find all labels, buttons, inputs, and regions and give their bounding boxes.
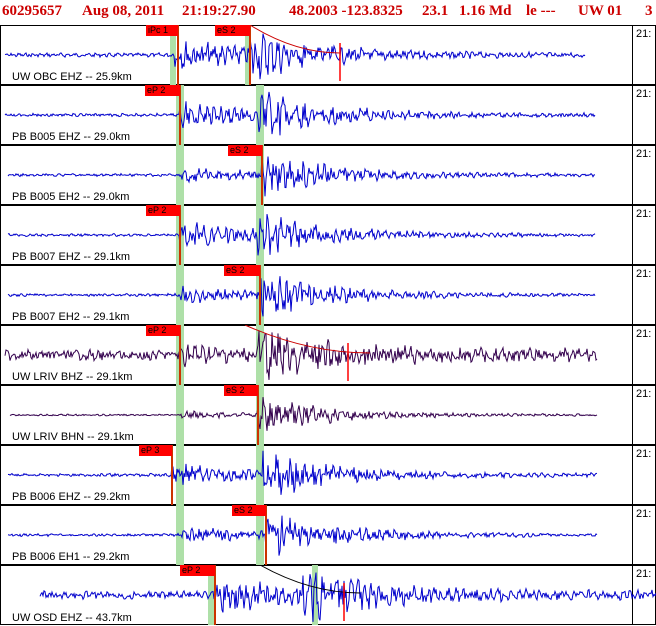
time-label: 21: [636,208,652,220]
event-date: Aug 08, 2011 [82,3,165,19]
waveform-trace [7,214,596,256]
time-label: 21: [636,568,652,580]
seismogram-panel[interactable]: eP 2 PB B005 EHZ -- 29.0km 21: [0,85,656,145]
station-label: PB B007 EHZ -- 29.1km [12,251,130,263]
station-label: PB B005 EHZ -- 29.0km [12,131,130,143]
event-type: le --- [526,3,556,19]
seismogram-panel[interactable]: eP 2 UW LRIV BHZ -- 29.1km 21: [0,325,656,385]
time-label: 21: [636,328,652,340]
event-id: 60295657 [2,3,62,19]
phase-pick-label[interactable]: eS 2 [232,505,266,516]
time-label: 21: [636,28,652,40]
time-label: 21: [636,148,652,160]
phase-pick-label[interactable]: eP 2 [146,205,180,216]
phase-pick-label[interactable]: iPc 1 [146,25,178,36]
waveform-trace [7,152,596,197]
phase-pick-label[interactable]: eS 2 [224,385,258,396]
seismogram-panel[interactable]: eS 2 PB B006 EH1 -- 29.2km 21: [0,505,656,565]
event-network: UW 01 [578,3,623,19]
waveform-trace [9,397,598,431]
time-label: 21: [636,268,652,280]
waveform-trace [4,91,596,136]
station-label: PB B005 EH2 -- 29.0km [12,191,130,203]
phase-pick-label[interactable]: eP 3 [139,445,172,456]
station-label: UW LRIV BHN -- 29.1km [12,431,134,443]
station-label: UW OSD EHZ -- 43.7km [12,612,132,624]
time-label: 21: [636,448,652,460]
seismogram-panels: iPc 1 eS 2 UW OBC EHZ -- 25.9km 21: eP 2 PB B… [0,22,656,626]
waveform-trace [7,450,598,495]
phase-pick-label[interactable]: eS 2 [224,265,260,276]
waveform-trace [39,572,656,622]
seismogram-panel[interactable]: eP 2 PB B007 EHZ -- 29.1km 21: [0,205,656,265]
station-label: PB B006 EHZ -- 29.2km [12,491,130,503]
station-label: PB B007 EH2 -- 29.1km [12,311,130,323]
seismogram-panel[interactable]: eS 2 PB B005 EH2 -- 29.0km 21: [0,145,656,205]
station-label: PB B006 EH1 -- 29.2km [12,551,130,563]
coda-curve [249,25,341,54]
event-extra: 3 [645,3,653,19]
station-label: UW OBC EHZ -- 25.9km [12,71,132,83]
event-depth: 23.1 [422,3,449,19]
time-label: 21: [636,388,652,400]
event-location: 48.2003 -123.8325 [289,3,403,19]
seismogram-panel[interactable]: eP 2 UW OSD EHZ -- 43.7km 21: [0,565,656,625]
seismogram-panel[interactable]: eS 2 UW LRIV BHN -- 29.1km 21: [0,385,656,445]
event-time: 21:19:27.90 [182,3,256,19]
phase-pick-label[interactable]: eP 2 [146,325,180,336]
phase-pick-label[interactable]: eS 2 [228,145,262,156]
seismogram-panel[interactable]: eP 3 PB B006 EHZ -- 29.2km 21: [0,445,656,505]
seismogram-panel[interactable]: iPc 1 eS 2 UW OBC EHZ -- 25.9km 21: [0,25,656,85]
waveform-trace [7,515,598,556]
event-header: 60295657 Aug 08, 2011 21:19:27.90 48.200… [0,0,656,22]
station-label: UW LRIV BHZ -- 29.1km [12,371,133,383]
phase-pick-label[interactable]: eS 2 [215,25,250,36]
phase-pick-label[interactable]: eP 2 [145,85,180,96]
time-label: 21: [636,508,652,520]
seismogram-panel[interactable]: eS 2 PB B007 EH2 -- 29.1km 21: [0,265,656,325]
phase-window [176,265,184,325]
time-label: 21: [636,88,652,100]
event-magnitude: 1.16 Md [459,3,512,19]
phase-pick-label[interactable]: eP 2 [180,565,215,576]
